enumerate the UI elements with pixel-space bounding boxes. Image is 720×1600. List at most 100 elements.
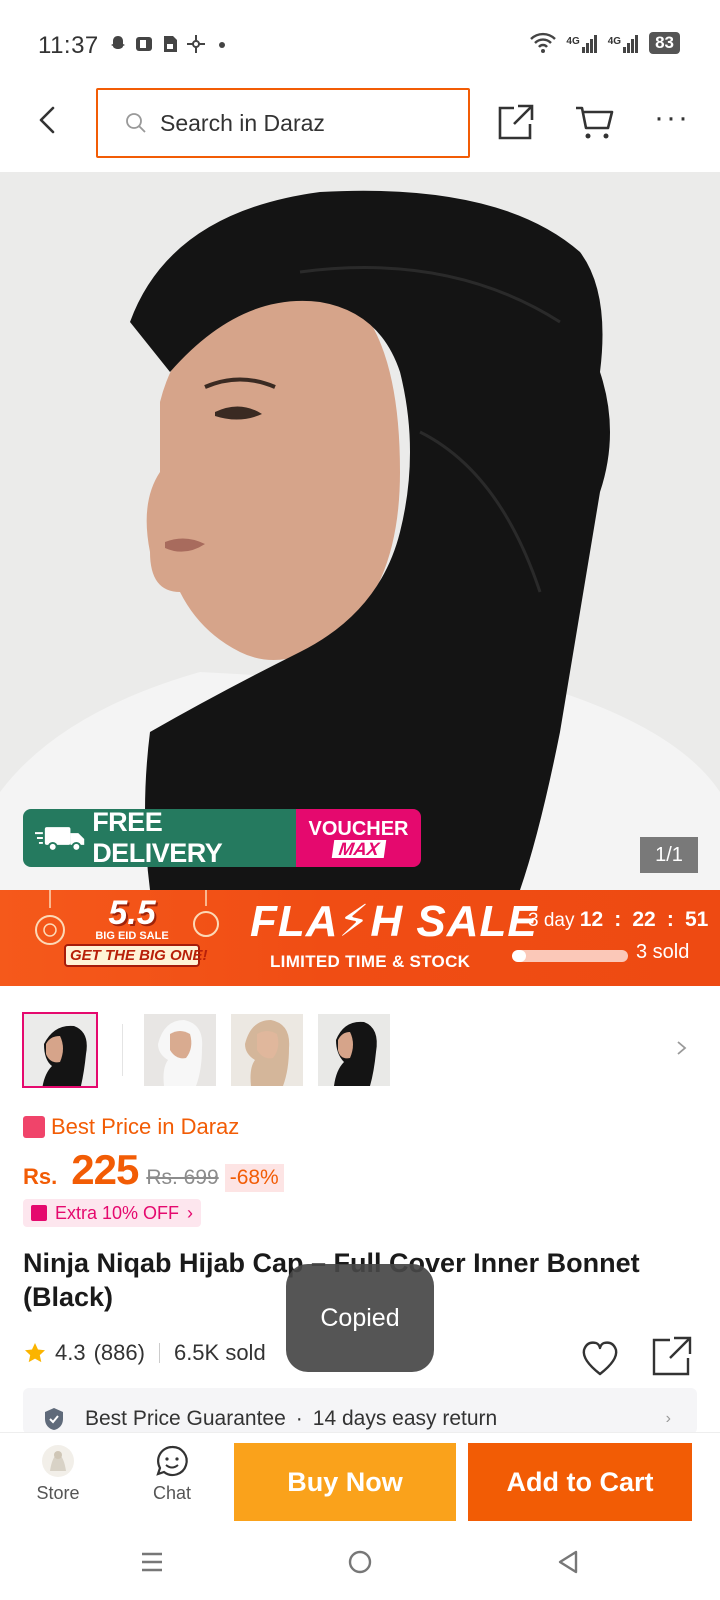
share-icon[interactable]	[650, 1334, 694, 1378]
guarantee-separator: ·	[295, 1407, 303, 1430]
system-nav-bar	[0, 1528, 720, 1600]
pinwheel-icon	[187, 35, 205, 53]
sold-count: 6.5K sold	[173, 1340, 266, 1365]
status-time: 11:37	[38, 32, 99, 59]
delivery-truck-icon	[35, 827, 85, 852]
divider	[158, 1343, 160, 1363]
buy-now-button[interactable]: Buy Now	[234, 1443, 456, 1521]
flash-sold-count: 3 sold	[636, 941, 690, 963]
discount-badge: -68%	[224, 1164, 284, 1192]
thumbnail-image	[318, 1014, 390, 1086]
search-input[interactable]: Search in Daraz	[96, 88, 470, 158]
product-image-gallery[interactable]: FREE DELIVERY VOUCHER MAX 1/1	[0, 172, 720, 890]
countdown-timer: 3 day 12 : 22 : 51	[528, 908, 709, 931]
status-notification-icons	[108, 34, 232, 54]
chat-icon	[156, 1445, 188, 1477]
review-count: (886)	[93, 1340, 145, 1365]
network-type-1: 4G	[566, 36, 580, 47]
status-bar: 11:37 4G 4G 83	[0, 0, 720, 84]
free-delivery-badge: FREE DELIVERY	[23, 809, 296, 867]
nav-back-icon[interactable]	[556, 1550, 580, 1574]
home-icon[interactable]	[348, 1550, 372, 1574]
timer-minutes: 22	[632, 908, 656, 931]
current-price: 225	[71, 1146, 139, 1193]
chevron-right-icon[interactable]	[672, 1036, 692, 1060]
voucher-label: VOUCHER	[308, 818, 409, 840]
store-logo-icon	[42, 1445, 74, 1477]
chevron-right-icon: ›	[187, 1202, 194, 1223]
cell-signal-1: 4G	[566, 33, 597, 53]
flash-sale-title: FLA⚡H SALE	[250, 897, 538, 946]
best-price-icon	[23, 1116, 45, 1138]
eid-cta: GET THE BIG ONE!	[64, 944, 208, 967]
signal-bars-icon	[581, 35, 597, 53]
snapchat-icon	[111, 36, 125, 49]
app-notification-icon	[136, 37, 152, 51]
thumbnail-beige-cap[interactable]	[231, 1014, 303, 1086]
share-icon[interactable]	[496, 102, 536, 142]
recent-apps-icon[interactable]	[140, 1550, 164, 1574]
voucher-max-badge: VOUCHER MAX	[296, 809, 421, 867]
guarantee-text-2: 14 days easy return	[312, 1407, 498, 1430]
product-photo	[0, 172, 720, 890]
star-icon	[25, 1343, 45, 1363]
thumbnail-white-cap[interactable]	[144, 1014, 216, 1086]
timer-hours: 12	[579, 908, 604, 931]
flash-sale-banner[interactable]: 5.5 BIG EID SALE GET THE BIG ONE! FLA⚡H …	[0, 890, 720, 986]
flash-sale-subtitle: LIMITED TIME & STOCK	[270, 952, 471, 971]
promo-badge: FREE DELIVERY VOUCHER MAX	[23, 809, 421, 867]
rating-value: 4.3	[55, 1340, 86, 1365]
voucher-icon	[31, 1205, 47, 1221]
network-type-2: 4G	[607, 36, 622, 47]
cart-icon[interactable]	[574, 102, 614, 142]
store-button[interactable]: Store	[22, 1443, 94, 1504]
chat-button[interactable]: Chat	[136, 1443, 208, 1504]
thumbnail-strip	[0, 1006, 720, 1090]
sold-progress-fill	[512, 950, 526, 962]
sold-progress-bar	[512, 950, 628, 962]
search-icon	[126, 113, 146, 133]
price-row: Rs. 225 Rs. 699 -68%	[23, 1146, 284, 1194]
chevron-right-icon: ›	[665, 1410, 671, 1427]
free-delivery-label: FREE DELIVERY	[92, 809, 223, 867]
timer-days: 3 day	[528, 910, 575, 931]
thumbnail-image	[24, 1014, 96, 1086]
wifi-icon	[530, 32, 557, 53]
sim-icon	[164, 36, 177, 52]
eid-label: BIG EID SALE	[95, 930, 169, 942]
copied-toast: Copied	[286, 1264, 434, 1372]
voucher-max-label: MAX	[331, 839, 386, 859]
original-price: Rs. 699	[146, 1166, 219, 1189]
back-arrow-icon[interactable]	[28, 100, 68, 140]
thumbnail-divider	[122, 1024, 123, 1076]
thumbnail-black-cap-side[interactable]	[318, 1014, 390, 1086]
cell-signal-2: 4G	[608, 33, 639, 53]
search-placeholder: Search in Daraz	[160, 109, 325, 136]
header: Search in Daraz ···	[0, 84, 720, 172]
add-to-cart-button[interactable]: Add to Cart	[468, 1443, 692, 1521]
heart-icon[interactable]	[578, 1336, 622, 1380]
status-system-icons: 4G 4G 83	[530, 32, 680, 54]
guarantee-text-1: Best Price Guarantee	[85, 1407, 286, 1430]
action-bar: Store Chat Buy Now Add to Cart	[0, 1432, 720, 1528]
guarantee-strip[interactable]: Best Price Guarantee · 14 days easy retu…	[23, 1388, 697, 1434]
more-options-icon[interactable]: ···	[652, 103, 692, 138]
best-price-tag: Best Price in Daraz	[23, 1114, 239, 1140]
store-label: Store	[36, 1483, 80, 1503]
image-counter: 1/1	[640, 837, 698, 873]
thumbnail-image	[231, 1014, 303, 1086]
thumbnail-image	[144, 1014, 216, 1086]
extra-off-label: Extra 10% OFF	[55, 1202, 180, 1223]
eid-number: 5.5	[108, 894, 156, 932]
best-price-label: Best Price in Daraz	[51, 1114, 240, 1139]
shield-icon	[45, 1408, 63, 1430]
signal-bars-icon	[623, 35, 639, 53]
thumbnail-black-cap[interactable]	[22, 1012, 98, 1088]
price-currency: Rs.	[23, 1164, 58, 1189]
battery-indicator: 83	[649, 32, 680, 54]
extra-off-chip[interactable]: Extra 10% OFF ›	[23, 1199, 202, 1227]
eid-sale-logo: 5.5 BIG EID SALE GET THE BIG ONE!	[64, 894, 208, 982]
chat-label: Chat	[152, 1483, 192, 1503]
dot-icon	[219, 42, 225, 48]
rating-row[interactable]: 4.3 (886) 6.5K sold	[23, 1340, 266, 1366]
